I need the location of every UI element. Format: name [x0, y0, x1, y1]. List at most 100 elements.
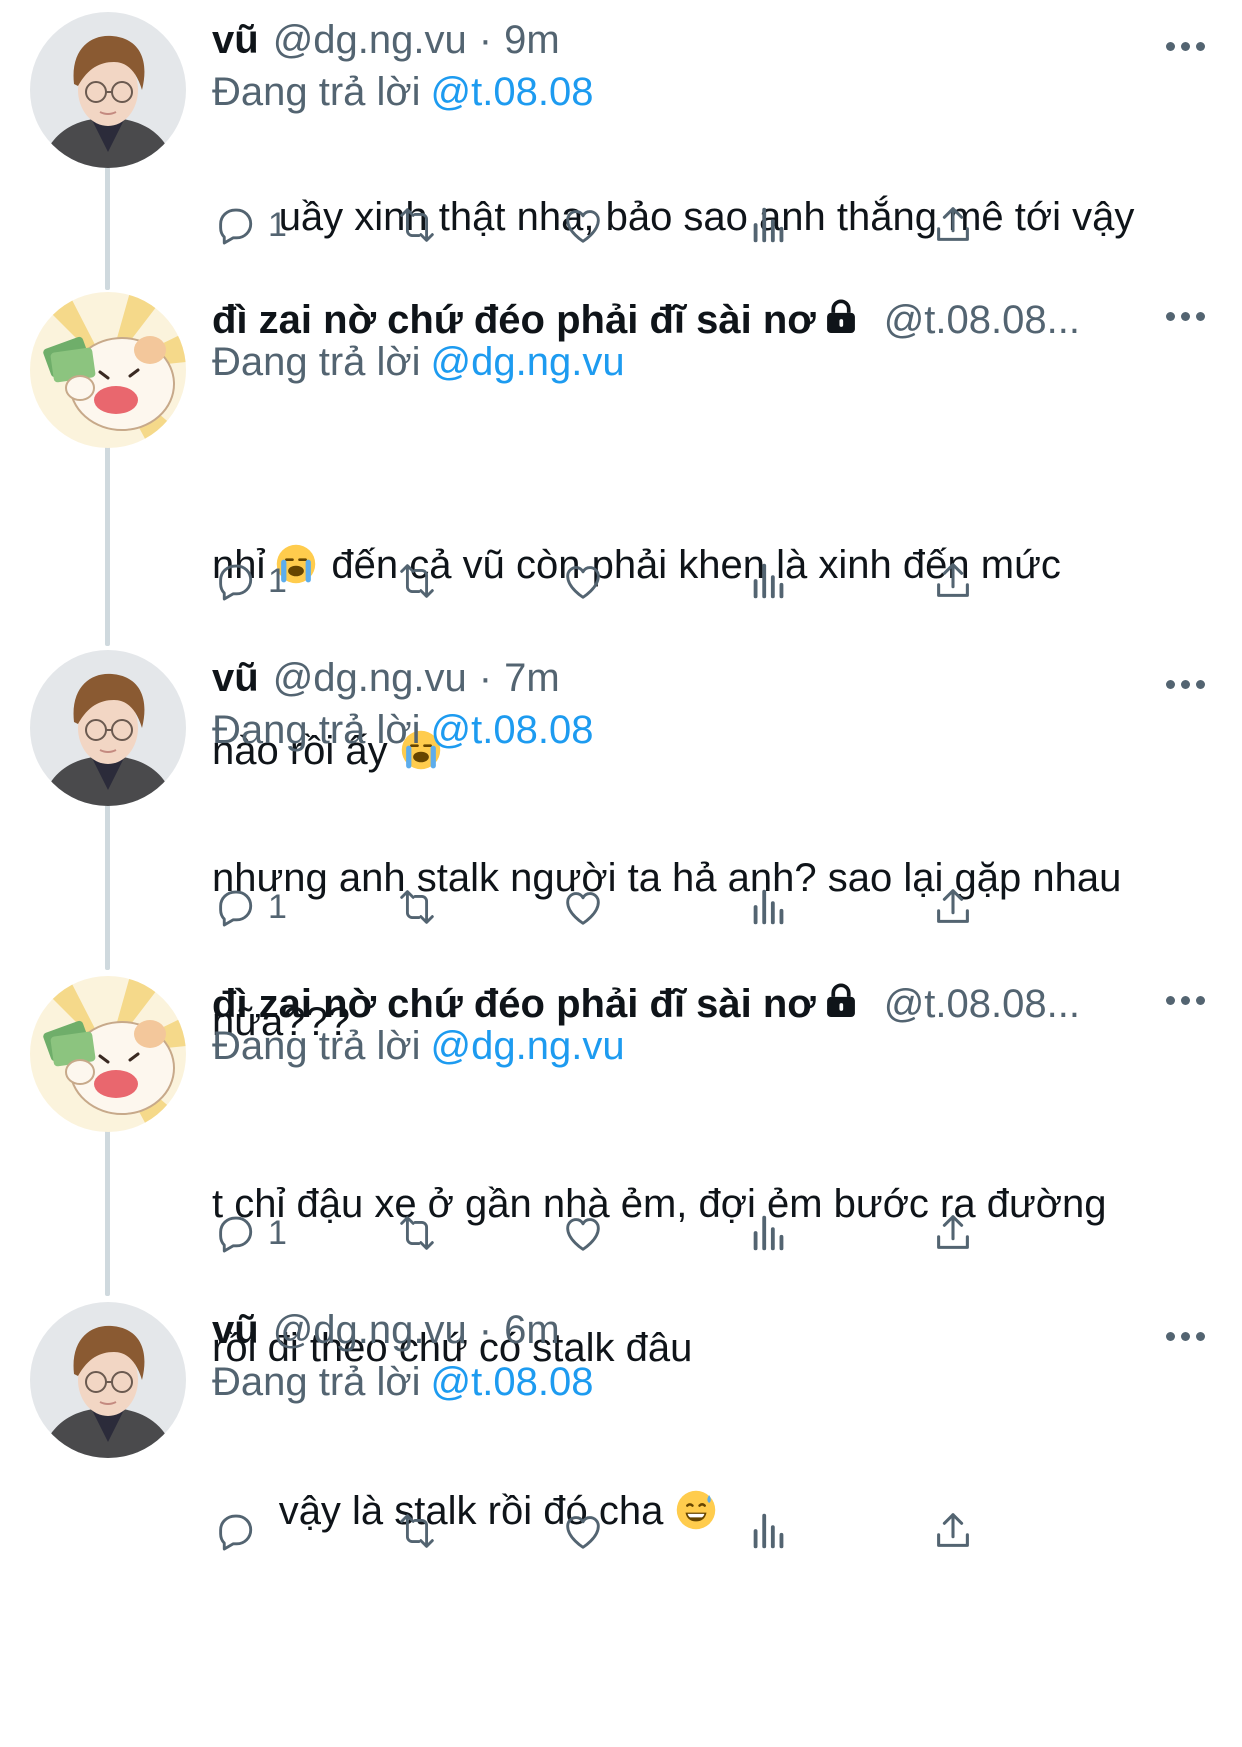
boy-glasses-avatar [30, 1302, 186, 1458]
display-name[interactable]: đì zai nờ chứ đéo phải đĩ sài nơ [212, 296, 816, 344]
avatar[interactable] [30, 650, 186, 806]
like-icon [566, 892, 600, 925]
reply-button[interactable]: 1 [212, 1208, 287, 1258]
replying-to: Đang trả lời @t.08.08 [212, 1358, 593, 1406]
views-button[interactable] [746, 200, 792, 250]
tweet-header: vũ @dg.ng.vu · 6m [212, 1306, 1212, 1354]
retweet-button[interactable] [394, 200, 440, 250]
views-icon [753, 889, 784, 925]
views-icon [753, 563, 784, 599]
user-handle[interactable]: @dg.ng.vu [273, 1306, 467, 1354]
mention-link[interactable]: @t.08.08 [431, 1360, 594, 1404]
like-button[interactable] [560, 1208, 606, 1258]
share-icon [937, 1513, 969, 1547]
avatar[interactable] [30, 976, 186, 1132]
tweet-text: t chỉ đậu xe ở gần nhà ẻm, đợi ẻm bước r… [212, 1084, 1202, 1468]
lock-icon [826, 983, 855, 1017]
like-icon [566, 566, 600, 599]
timestamp[interactable]: 7m [504, 654, 560, 702]
tweet-header: đì zai nờ chứ đéo phải đĩ sài nơ @t.08.0… [212, 296, 1212, 344]
retweet-icon [400, 564, 434, 598]
replying-label: Đang trả lời [212, 340, 421, 384]
retweet-icon [400, 208, 434, 242]
views-button[interactable] [746, 882, 792, 932]
user-handle[interactable]: @t.08.08... [884, 296, 1080, 344]
share-button[interactable] [930, 200, 976, 250]
reply-count: 1 [268, 887, 287, 926]
separator: · [478, 1308, 493, 1352]
mention-link[interactable]: @dg.ng.vu [431, 1024, 625, 1068]
replying-label: Đang trả lời [212, 1360, 421, 1404]
cartoon-dog-money-avatar [30, 976, 186, 1132]
user-handle[interactable]: @dg.ng.vu [273, 16, 467, 64]
like-icon [566, 1516, 600, 1549]
reply-button[interactable]: 1 [212, 200, 287, 250]
share-icon [937, 1215, 969, 1249]
user-handle[interactable]: @dg.ng.vu [273, 654, 467, 702]
thread-connector [105, 160, 110, 290]
action-bar: 1 [212, 1208, 1112, 1258]
reply-count: 1 [268, 561, 287, 600]
replying-to: Đang trả lời @dg.ng.vu [212, 1022, 625, 1070]
replying-label: Đang trả lời [212, 1024, 421, 1068]
like-button[interactable] [560, 556, 606, 606]
avatar[interactable] [30, 12, 186, 168]
boy-glasses-avatar [30, 650, 186, 806]
cartoon-dog-money-avatar [30, 292, 186, 448]
mention-link[interactable]: @t.08.08 [431, 708, 594, 752]
thread-connector [105, 794, 110, 970]
replying-to: Đang trả lời @t.08.08 [212, 706, 593, 754]
more-icon[interactable] [1166, 42, 1206, 52]
reply-button[interactable] [212, 1506, 268, 1556]
like-button[interactable] [560, 1506, 606, 1556]
reply-count: 1 [268, 205, 287, 244]
reply-count: 1 [268, 1213, 287, 1252]
like-button[interactable] [560, 200, 606, 250]
reply-icon [219, 564, 253, 601]
tweet-header: vũ @dg.ng.vu · 7m [212, 654, 1212, 702]
retweet-button[interactable] [394, 1208, 440, 1258]
views-button[interactable] [746, 1506, 792, 1556]
avatar[interactable] [30, 1302, 186, 1458]
display-name[interactable]: vũ [212, 1306, 259, 1354]
share-button[interactable] [930, 1208, 976, 1258]
display-name[interactable]: vũ [212, 16, 259, 64]
more-icon[interactable] [1166, 996, 1206, 1006]
share-icon [937, 563, 969, 597]
action-bar [212, 1506, 1112, 1556]
display-name[interactable]: vũ [212, 654, 259, 702]
retweet-button[interactable] [394, 882, 440, 932]
share-button[interactable] [930, 556, 976, 606]
share-button[interactable] [930, 1506, 976, 1556]
user-handle[interactable]: @t.08.08... [884, 980, 1080, 1028]
action-bar: 1 [212, 200, 1112, 250]
views-button[interactable] [746, 1208, 792, 1258]
reply-button[interactable]: 1 [212, 556, 287, 606]
more-icon[interactable] [1166, 312, 1206, 322]
avatar[interactable] [30, 292, 186, 448]
reply-button[interactable]: 1 [212, 882, 287, 932]
views-button[interactable] [746, 556, 792, 606]
retweet-button[interactable] [394, 556, 440, 606]
action-bar: 1 [212, 882, 1112, 932]
share-icon [937, 889, 969, 923]
views-icon [753, 207, 784, 243]
mention-link[interactable]: @t.08.08 [431, 70, 594, 114]
like-button[interactable] [560, 882, 606, 932]
timestamp[interactable]: 9m [504, 16, 560, 64]
more-icon[interactable] [1166, 1332, 1206, 1342]
share-icon [937, 207, 969, 241]
reply-icon [219, 1216, 253, 1253]
reply-icon [219, 1514, 253, 1551]
more-icon[interactable] [1166, 680, 1206, 690]
reply-icon [219, 890, 253, 927]
views-icon [753, 1513, 784, 1549]
like-icon [566, 1218, 600, 1251]
share-button[interactable] [930, 882, 976, 932]
display-name[interactable]: đì zai nờ chứ đéo phải đĩ sài nơ [212, 980, 816, 1028]
timestamp[interactable]: 6m [504, 1306, 560, 1354]
retweet-button[interactable] [394, 1506, 440, 1556]
mention-link[interactable]: @dg.ng.vu [431, 340, 625, 384]
separator: · [478, 18, 493, 62]
thread-connector [105, 436, 110, 646]
